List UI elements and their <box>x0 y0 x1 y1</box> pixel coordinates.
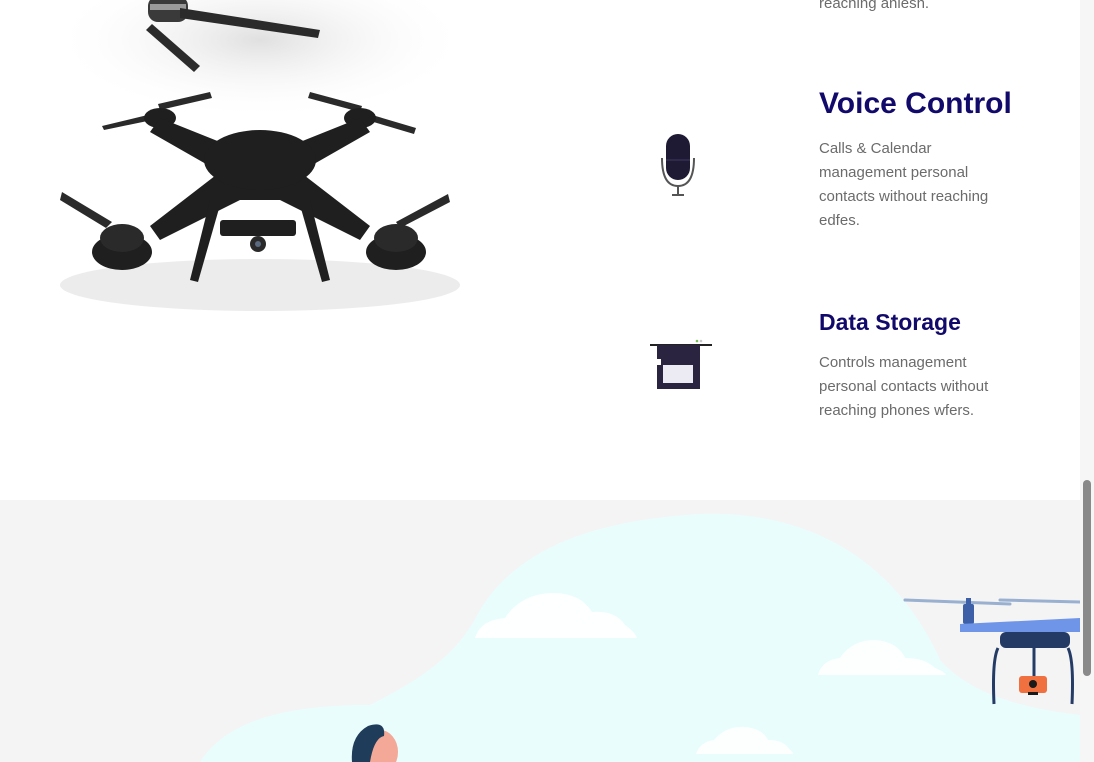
voice-control-feature: Voice Control Calls & Calendar managemen… <box>819 86 1019 233</box>
sd-card-icon <box>650 339 712 389</box>
voice-control-title: Voice Control <box>819 87 1012 120</box>
voice-control-description: Calls & Calendar management personal con… <box>819 140 989 229</box>
vertical-scrollbar[interactable] <box>1080 0 1094 762</box>
scrollbar-thumb[interactable] <box>1083 480 1091 676</box>
microphone-icon <box>661 134 695 196</box>
data-storage-description: Controls management personal contacts wi… <box>819 354 989 419</box>
data-storage-feature: Data Storage Controls management persona… <box>819 308 1019 423</box>
drone-product-image <box>50 0 470 311</box>
page: reaching anlesh. Voice Control Calls & C… <box>0 0 1094 762</box>
features-section: reaching anlesh. Voice Control Calls & C… <box>0 0 1080 500</box>
illustration-section <box>0 500 1080 762</box>
sky-blob <box>200 513 1080 762</box>
drone-illustration <box>200 513 1080 762</box>
previous-feature-description: reaching anlesh. <box>819 0 930 12</box>
data-storage-title: Data Storage <box>819 309 961 335</box>
